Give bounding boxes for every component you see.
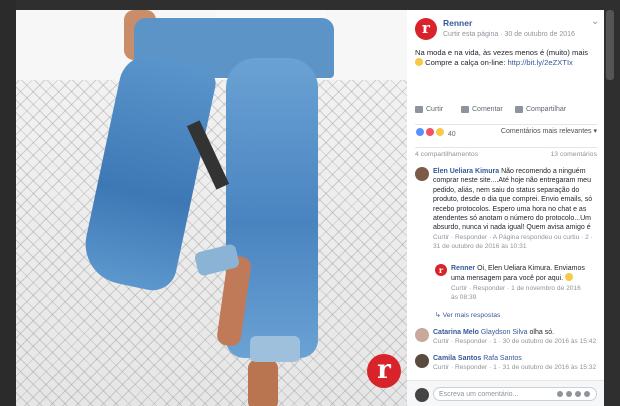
comment-tag[interactable]: Glaydson Silva	[481, 329, 528, 336]
reaction-count[interactable]: 40	[448, 131, 456, 138]
avatar[interactable]	[415, 328, 429, 342]
post-meta: Curtir esta página · 30 de outubro de 20…	[443, 31, 575, 38]
comment-item: Elen Ueliara Kimura Não recomendo a ning…	[415, 167, 597, 259]
reply-body: Renner Oi, Elen Ueliara Kimura. Enviamos…	[451, 264, 589, 303]
engagement-counts: 4 compartilhamentos 13 comentários	[415, 147, 597, 161]
reply-item: r Renner Oi, Elen Ueliara Kimura. Enviam…	[435, 264, 589, 310]
comment-body: Elen Ueliara Kimura Não recomendo a ning…	[433, 167, 597, 252]
comment-author[interactable]: Camila Santos	[433, 355, 481, 362]
camera-icon[interactable]	[566, 391, 572, 397]
post-text-line1: Na moda e na vida, às vezes menos é (mui…	[415, 48, 589, 57]
sticker-icon[interactable]	[584, 391, 590, 397]
comment-body: Camila Santos Rafa Santos Curtir · Respo…	[433, 354, 597, 373]
share-icon	[515, 106, 523, 113]
comment-item: Catarina Melo Glaydson Silva olha só. Cu…	[415, 328, 597, 350]
avatar	[415, 388, 429, 402]
comments-count-link[interactable]: 13 comentários	[551, 151, 597, 158]
comment-item: Camila Santos Rafa Santos Curtir · Respo…	[415, 354, 597, 376]
post-actions: Curtir Comentar Compartilhar	[415, 106, 597, 125]
avatar[interactable]	[415, 354, 429, 368]
post-text: Na moda e na vida, às vezes menos é (mui…	[415, 48, 597, 68]
comment-meta-date[interactable]: 1 · 31 de outubro de 2016 às 15:32	[493, 364, 596, 371]
like-button[interactable]: Curtir	[415, 106, 443, 113]
comment-author[interactable]: Catarina Melo	[433, 329, 479, 336]
page-avatar[interactable]: r	[415, 18, 437, 40]
like-page-link[interactable]: Curtir esta página	[443, 31, 498, 38]
post-date-link[interactable]: 30 de outubro de 2016	[505, 31, 575, 38]
comment-tag[interactable]: Rafa Santos	[483, 355, 522, 362]
love-reaction-icon[interactable]	[424, 127, 435, 137]
smile-emoji-icon	[565, 273, 574, 282]
comment-composer: Escreva um comentário...	[407, 380, 604, 406]
comment-sort-dropdown[interactable]: Comentários mais relevantes ▾	[501, 127, 597, 135]
reply-author[interactable]: Renner	[451, 265, 475, 272]
comment-label: Comentar	[472, 106, 503, 113]
more-replies-link[interactable]: ↳ Ver mais respostas	[435, 311, 500, 319]
comment-body: Catarina Melo Glaydson Silva olha só. Cu…	[433, 328, 597, 347]
avatar[interactable]: r	[435, 264, 447, 276]
composer-icons	[557, 391, 598, 397]
post-header: r Renner Curtir esta página · 30 de outu…	[415, 16, 600, 48]
comment-button[interactable]: Comentar	[461, 106, 503, 113]
background-overlay	[0, 0, 16, 406]
like-reaction-icon[interactable]	[415, 127, 425, 137]
shares-count-link[interactable]: 4 compartilhamentos	[415, 151, 478, 158]
reply-meta[interactable]: Curtir · Responder ·	[451, 285, 511, 292]
smile-emoji-icon	[415, 58, 423, 66]
comment-text: olha só.	[529, 329, 555, 336]
post-link[interactable]: http://bit.ly/2eZXTIx	[507, 58, 572, 67]
comment-text: Não recomendo a ninguém comprar neste si…	[433, 168, 593, 232]
comment-meta[interactable]: Curtir · Responder ·	[433, 364, 493, 371]
photo-right-foot	[248, 360, 278, 406]
thumbs-up-icon	[415, 106, 423, 113]
comment-meta[interactable]: Curtir · Responder ·	[433, 338, 493, 345]
chevron-down-icon[interactable]: ⌄	[591, 16, 599, 27]
scrollbar-thumb[interactable]	[606, 10, 614, 80]
page-name-link[interactable]: Renner	[443, 18, 472, 28]
reactions-bar: 40 Comentários mais relevantes ▾	[415, 127, 597, 139]
avatar[interactable]	[415, 167, 429, 181]
post-text-line2: Compre a calça on-line:	[425, 58, 508, 67]
comment-meta-date[interactable]: 1 · 30 de outubro de 2016 às 15:42	[493, 338, 596, 345]
renner-logo-watermark: r	[367, 354, 401, 388]
share-label: Compartilhar	[526, 106, 567, 113]
comment-icon	[461, 106, 469, 113]
comment-author[interactable]: Elen Ueliara Kimura	[433, 168, 499, 175]
emoji-icon[interactable]	[557, 391, 563, 397]
post-photo[interactable]: r	[16, 10, 407, 406]
gif-icon[interactable]	[575, 391, 581, 397]
post-side-panel: r Renner Curtir esta página · 30 de outu…	[407, 10, 604, 406]
wow-reaction-icon[interactable]	[434, 127, 445, 137]
photo-right-cuff	[250, 336, 300, 362]
comment-meta[interactable]: Curtir · Responder · A Página respondeu …	[433, 234, 585, 241]
share-button[interactable]: Compartilhar	[515, 106, 566, 113]
like-label: Curtir	[426, 106, 444, 113]
